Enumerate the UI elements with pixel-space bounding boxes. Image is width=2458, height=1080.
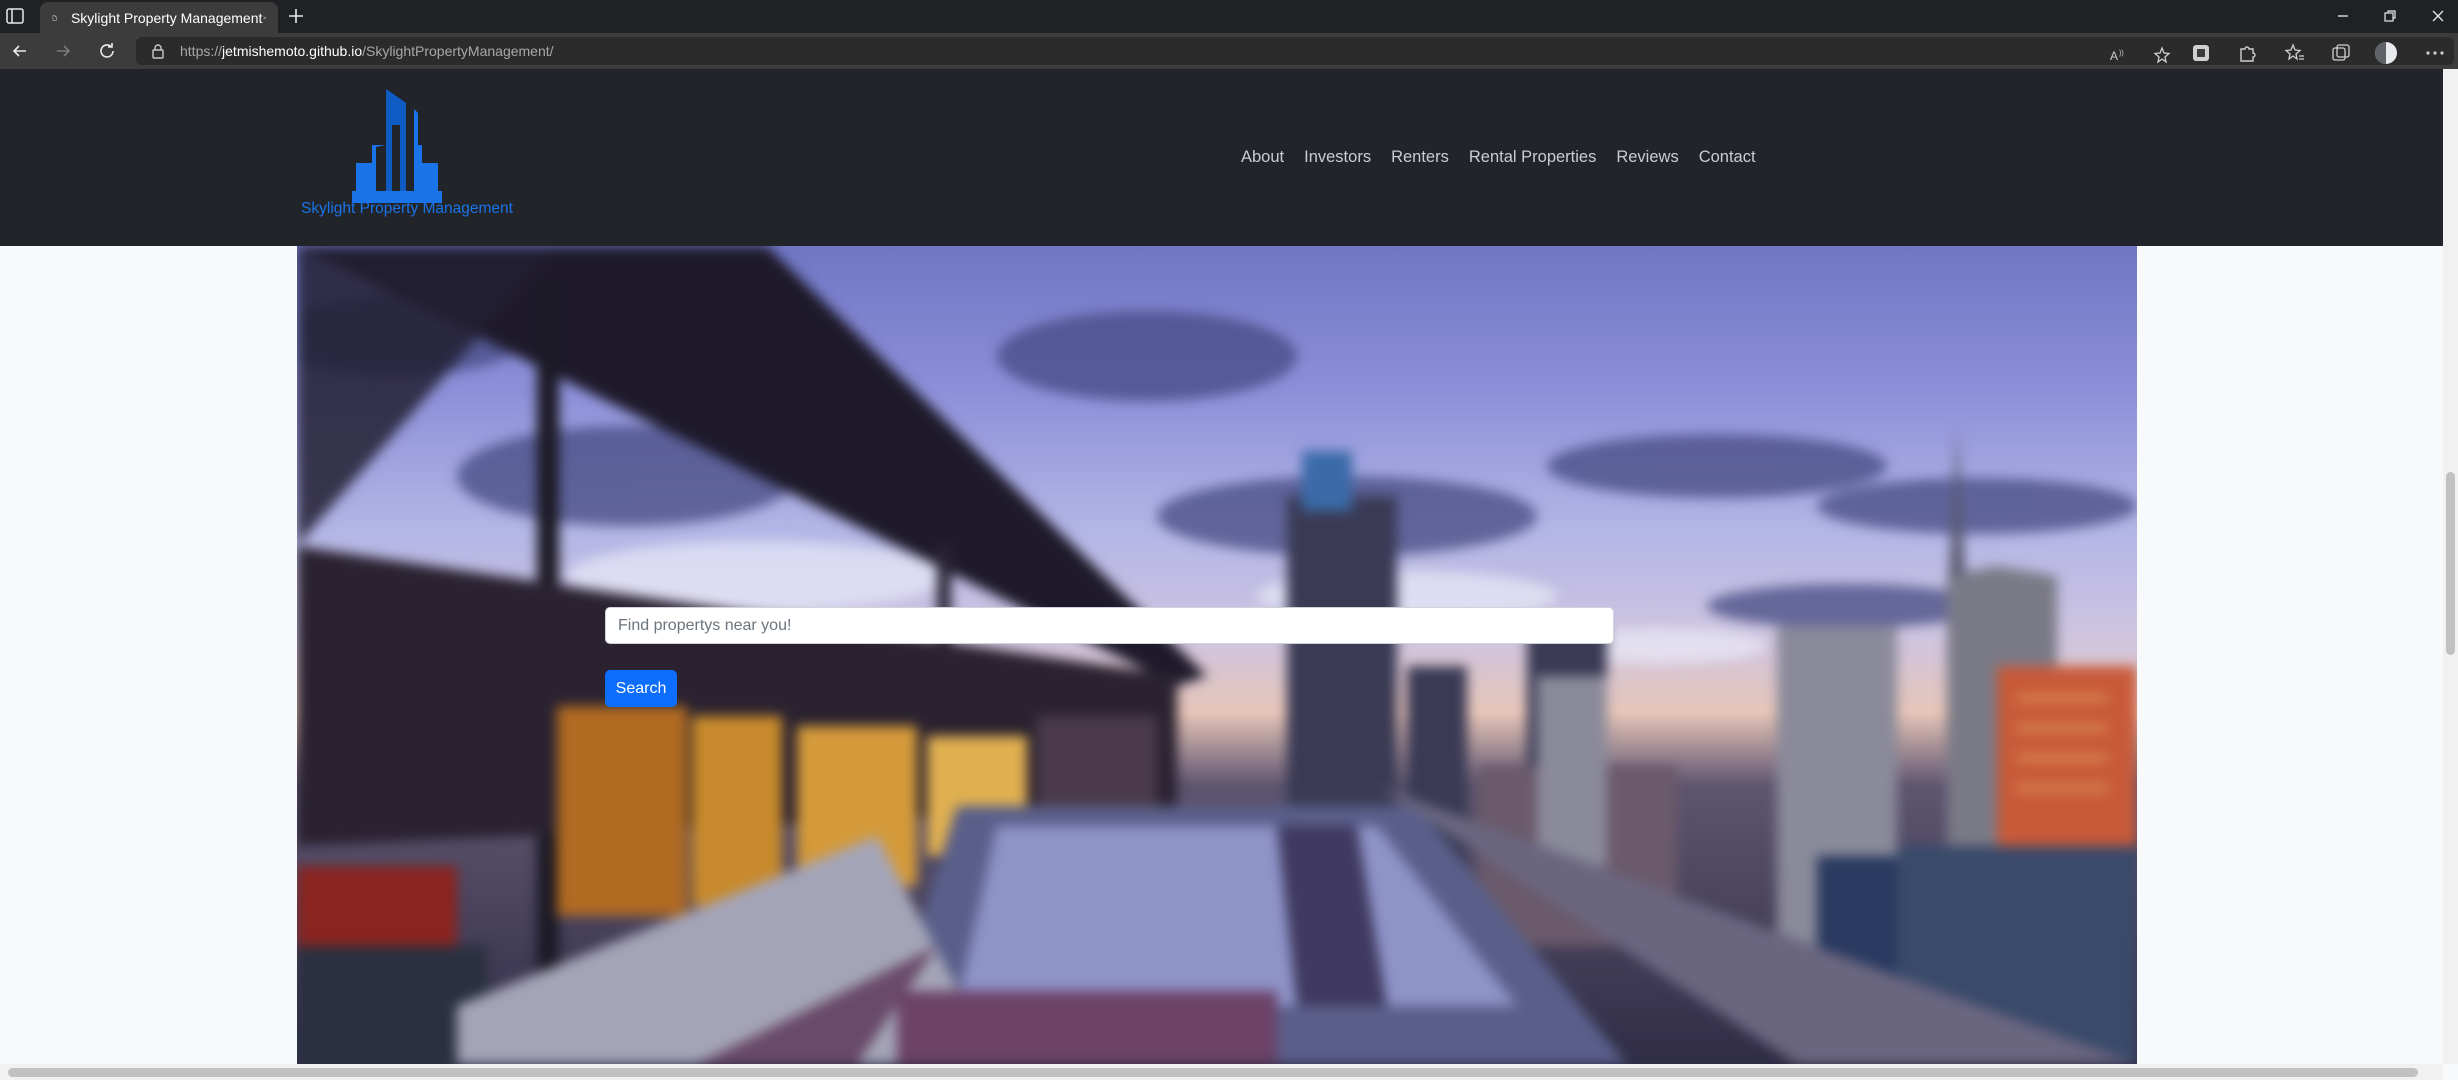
close-tab-icon[interactable] <box>262 9 268 27</box>
favorites-icon[interactable] <box>2284 42 2306 64</box>
address-bar[interactable]: https://jetmishemoto.github.io/SkylightP… <box>136 37 2454 65</box>
minimize-icon[interactable] <box>2333 6 2353 26</box>
main-nav: About Investors Renters Rental Propertie… <box>1241 148 1756 167</box>
extensions-puzzle-icon[interactable] <box>2236 42 2258 64</box>
new-tab-icon[interactable] <box>286 6 306 26</box>
property-search-input[interactable] <box>605 607 1614 644</box>
read-aloud-icon[interactable]: A)) <box>2108 45 2130 67</box>
forward-icon[interactable] <box>53 41 73 61</box>
url-text: https://jetmishemoto.github.io/SkylightP… <box>180 43 554 59</box>
restore-icon[interactable] <box>2380 6 2400 26</box>
building-logo-icon <box>352 89 442 203</box>
sidebar-toggle-icon[interactable] <box>6 8 24 24</box>
nav-contact[interactable]: Contact <box>1699 148 1756 167</box>
extension-icon[interactable] <box>2190 42 2212 64</box>
vertical-scrollbar-thumb[interactable] <box>2446 472 2455 655</box>
search-button[interactable]: Search <box>605 670 677 707</box>
url-host: jetmishemoto.github.io <box>222 43 363 59</box>
vertical-scrollbar[interactable] <box>2443 69 2458 1064</box>
close-window-icon[interactable] <box>2428 6 2448 26</box>
browser-tab-bar: Skylight Property Management <box>0 0 2458 33</box>
horizontal-scrollbar[interactable] <box>0 1064 2443 1080</box>
lock-icon[interactable] <box>151 43 165 59</box>
back-icon[interactable] <box>10 41 30 61</box>
url-path: /SkylightPropertyManagement/ <box>362 43 554 59</box>
browser-tab[interactable]: Skylight Property Management <box>40 2 278 33</box>
site-navbar: Skylight Property Management About Inves… <box>0 69 2443 246</box>
nav-rental-properties[interactable]: Rental Properties <box>1469 148 1596 167</box>
more-options-icon[interactable] <box>2424 42 2446 64</box>
horizontal-scrollbar-thumb[interactable] <box>8 1068 2418 1077</box>
nav-about[interactable]: About <box>1241 148 1284 167</box>
url-scheme: https:// <box>180 43 223 59</box>
reload-icon[interactable] <box>97 41 117 61</box>
logo-text: Skylight Property Management <box>301 200 513 217</box>
collections-icon[interactable] <box>2330 42 2352 64</box>
svg-text:A: A <box>2110 49 2118 63</box>
hero-banner: Search <box>297 246 2137 1064</box>
site-logo[interactable]: Skylight Property Management <box>300 87 514 227</box>
add-favorite-icon[interactable] <box>2152 45 2174 67</box>
tab-title: Skylight Property Management <box>70 9 263 26</box>
profile-avatar-icon[interactable] <box>2374 41 2398 65</box>
nav-investors[interactable]: Investors <box>1304 148 1371 167</box>
nav-reviews[interactable]: Reviews <box>1616 148 1678 167</box>
page-icon <box>52 14 57 21</box>
browser-toolbar: https://jetmishemoto.github.io/SkylightP… <box>0 33 2458 69</box>
hero-background-image <box>297 246 2137 1064</box>
nav-renters[interactable]: Renters <box>1391 148 1449 167</box>
svg-text:)): )) <box>2119 50 2124 57</box>
